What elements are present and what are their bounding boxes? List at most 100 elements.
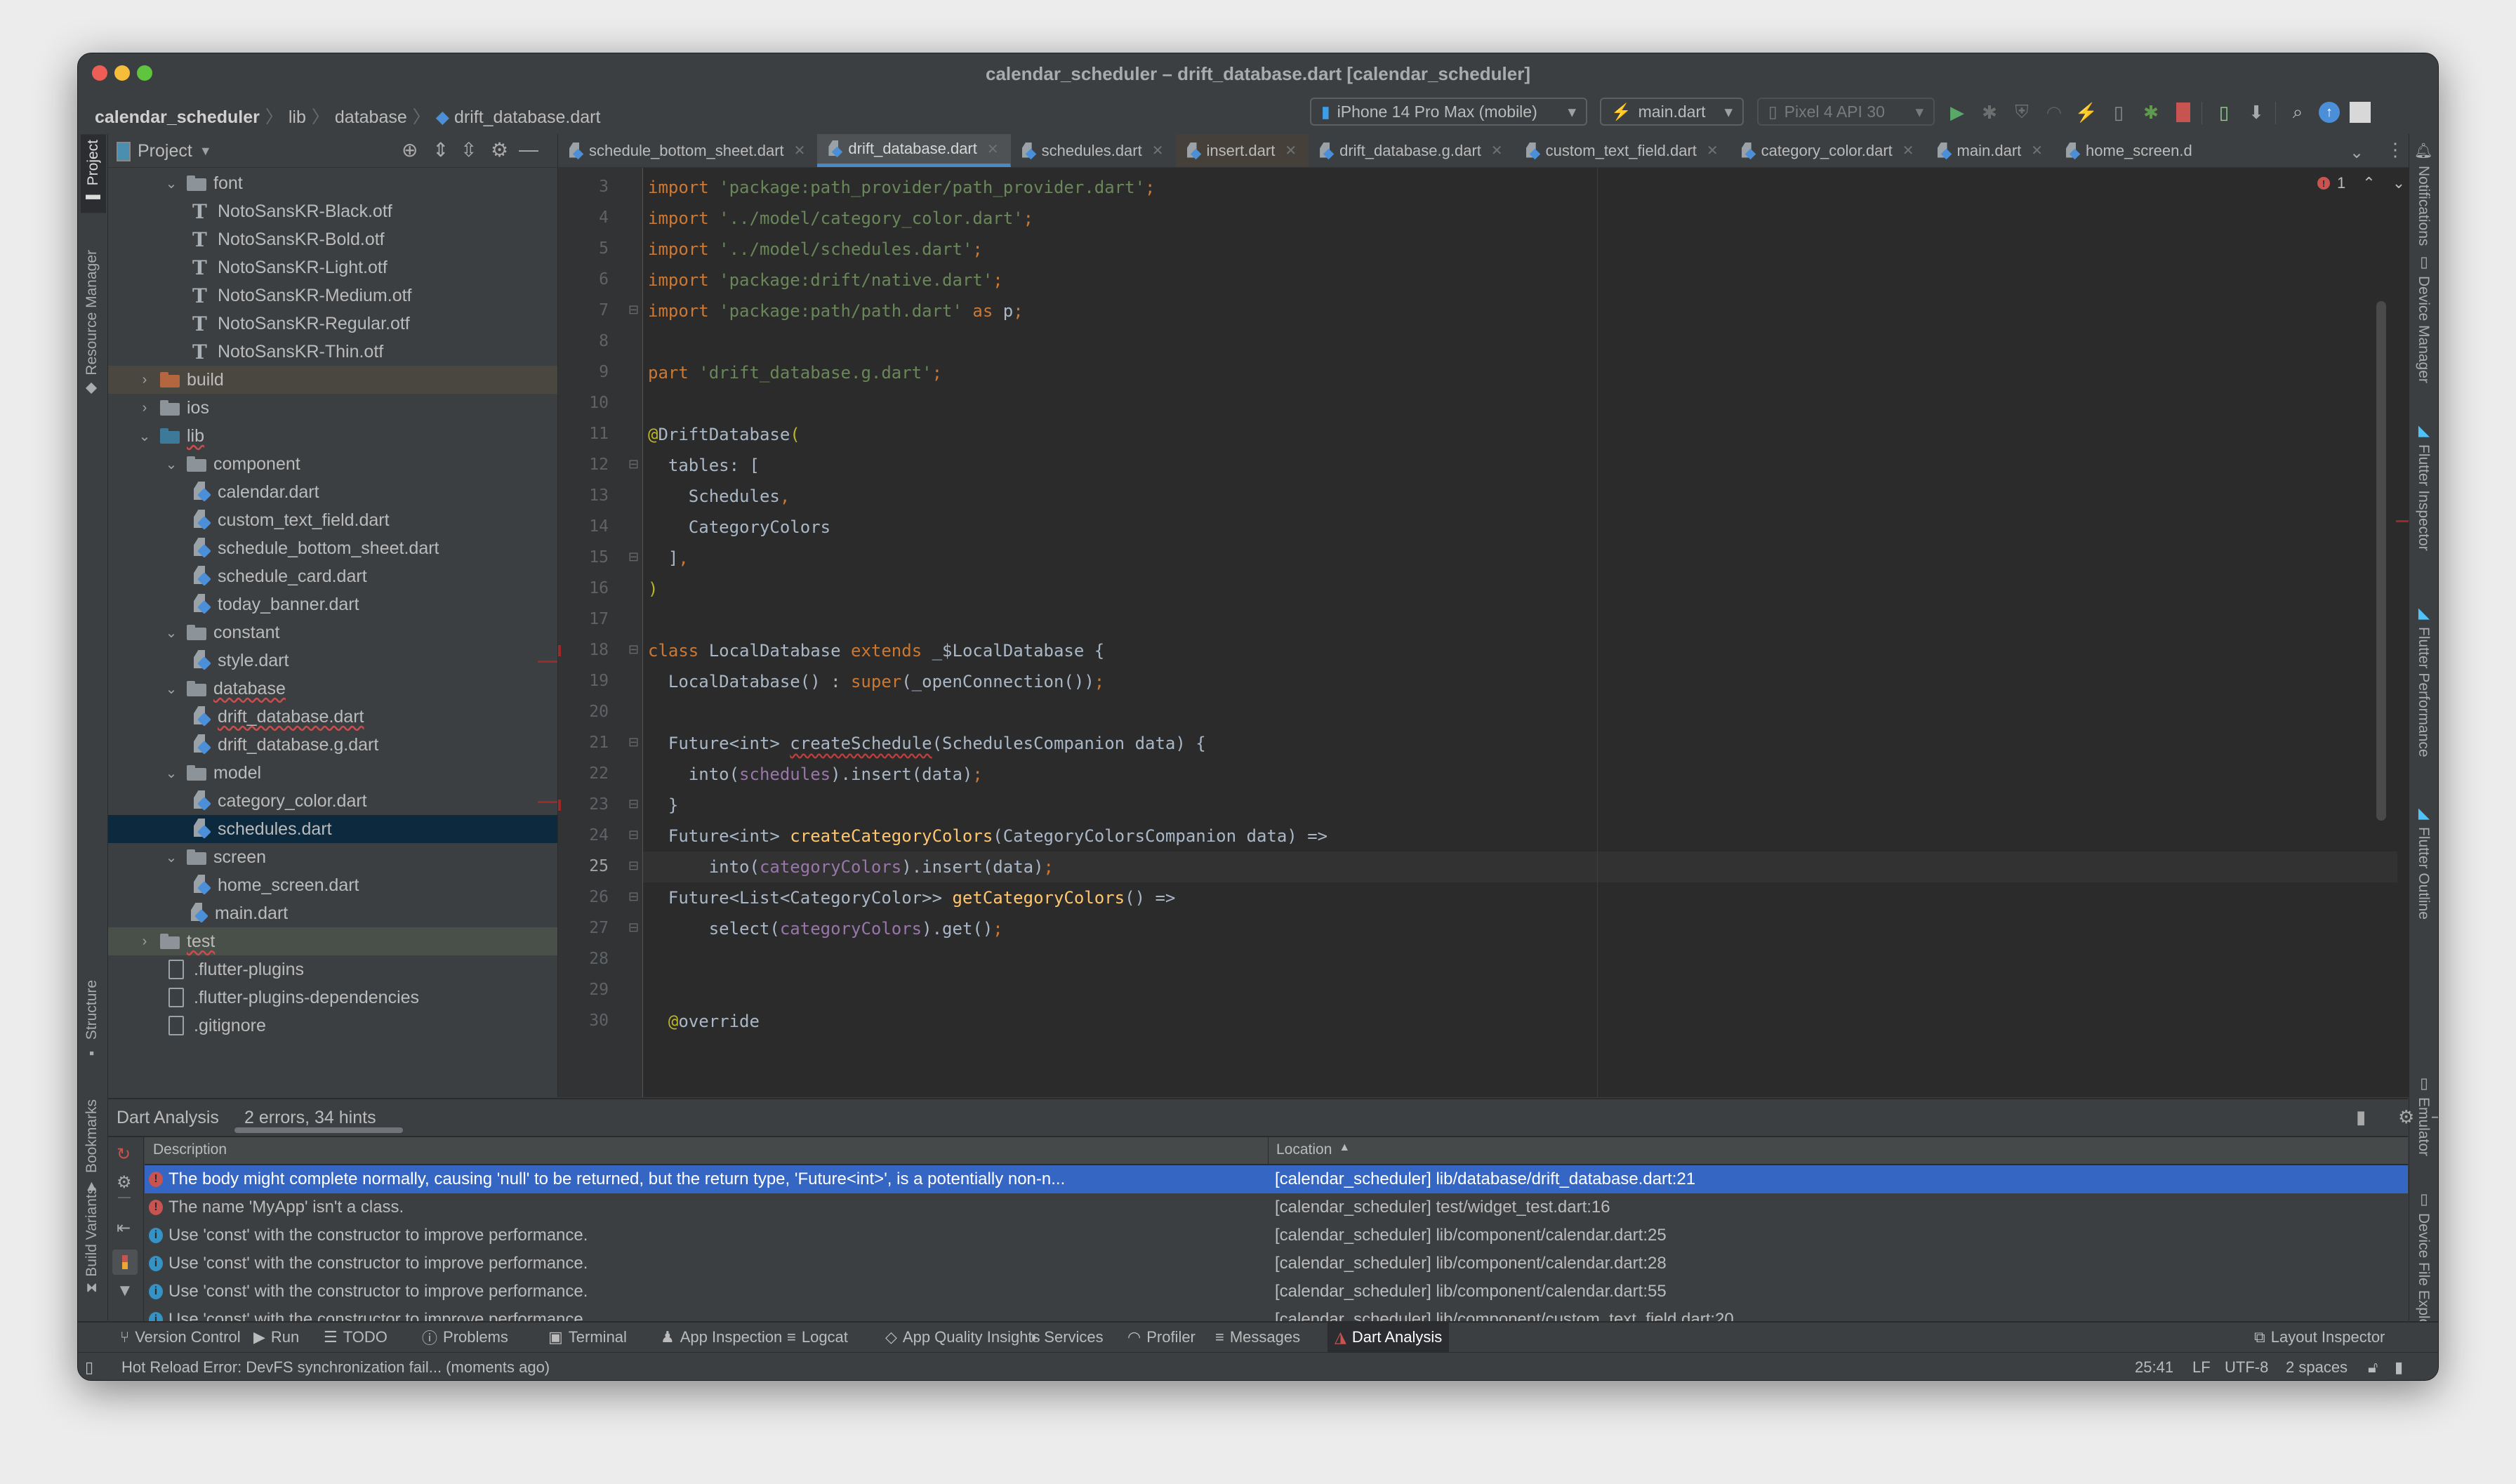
tree-item[interactable]: ⌄ component (108, 450, 557, 478)
code-line[interactable]: LocalDatabase() : super(_openConnection(… (648, 672, 1104, 691)
tree-item[interactable]: .flutter-plugins-dependencies (108, 983, 557, 1012)
tool-emulator[interactable]: ▯ Emulator (2415, 1075, 2432, 1156)
editor-tab[interactable]: home_screen.d (2055, 134, 2204, 167)
tree-item[interactable]: › build (108, 366, 557, 394)
editor-scrollbar[interactable] (2376, 301, 2386, 821)
chevron-right-icon[interactable]: › (138, 372, 152, 388)
editor-tab[interactable]: schedule_bottom_sheet.dart ✕ (558, 134, 817, 167)
tree-item[interactable]: T NotoSansKR-Medium.otf (108, 281, 557, 310)
emulator-selector[interactable]: ▯ Pixel 4 API 30 ▾ (1757, 98, 1935, 126)
close-tab-icon[interactable]: ✕ (1491, 142, 1503, 159)
tree-item[interactable]: ⌄ constant (108, 618, 557, 647)
tool-layout-inspector[interactable]: ⧉ Layout Inspector (2247, 1323, 2392, 1352)
code-editor[interactable]: 3 4 5 6 7 8 9 10 11 12 13 14 15 16 17 18 19 20 21 22 23 24 25 2… (558, 168, 2409, 1097)
tree-item[interactable]: today_banner.dart (108, 590, 557, 618)
breadcrumb-database[interactable]: database (335, 107, 407, 127)
fold-marker-icon[interactable]: ⊟ (628, 859, 639, 873)
notifications-icon[interactable]: ▮ (2395, 1358, 2403, 1377)
file-encoding[interactable]: UTF-8 (2225, 1358, 2268, 1377)
locate-file-icon[interactable]: ⊕ (402, 138, 418, 161)
fold-marker-icon[interactable]: ⊟ (628, 797, 639, 811)
chevron-down-icon[interactable]: ⌄ (164, 764, 178, 782)
tool-todo[interactable]: ☰ TODO (317, 1323, 395, 1352)
tool-terminal[interactable]: ▣ Terminal (541, 1323, 634, 1352)
tree-item[interactable]: style.dart (108, 647, 557, 675)
run-config-selector[interactable]: ⚡ main.dart ▾ (1600, 98, 1744, 126)
tree-item[interactable]: main.dart (108, 899, 557, 927)
code-line[interactable]: class LocalDatabase extends _$LocalDatab… (648, 641, 1104, 661)
tool-resource-manager[interactable]: ◆ Resource Manager (84, 250, 100, 398)
indent-setting[interactable]: 2 spaces (2286, 1358, 2348, 1377)
tree-item[interactable]: T NotoSansKR-Light.otf (108, 253, 557, 281)
tool-profiler[interactable]: ◠ Profiler (1120, 1323, 1203, 1352)
code-line[interactable]: into(categoryColors).insert(data); (648, 857, 1054, 877)
profile-icon[interactable]: ◠ (2042, 100, 2066, 124)
column-divider[interactable] (1268, 1137, 1269, 1164)
next-highlight-icon[interactable]: ⌄ (2392, 174, 2405, 192)
tree-item[interactable]: drift_database.g.dart (108, 731, 557, 759)
flutter-hot-restart-icon[interactable]: ▯ (2107, 100, 2131, 124)
tool-build-variants[interactable]: ⧗ Build Variants (84, 1187, 100, 1293)
code-line[interactable]: ) (648, 579, 658, 599)
analysis-row[interactable]: i Use 'const' with the constructor to imp… (145, 1250, 2408, 1278)
tree-item[interactable]: schedule_card.dart (108, 562, 557, 590)
line-ending[interactable]: LF (2192, 1358, 2211, 1377)
code-line[interactable]: import 'package:path/path.dart' as p; (648, 301, 1024, 321)
tree-item[interactable]: T NotoSansKR-Bold.otf (108, 225, 557, 253)
tool-version-control[interactable]: ⑂ Version Control (113, 1323, 248, 1352)
fold-marker-icon[interactable]: ⊟ (628, 889, 639, 904)
tool-dart-analysis[interactable]: ◮ Dart Analysis (1327, 1323, 1450, 1352)
editor-tab[interactable]: schedules.dart ✕ (1011, 134, 1176, 167)
code-line[interactable]: ], (648, 548, 689, 568)
refresh-icon[interactable]: ↻ (117, 1144, 131, 1165)
tree-item[interactable]: T NotoSansKR-Thin.otf (108, 338, 557, 366)
editor-tab[interactable]: drift_database.g.dart ✕ (1309, 134, 1515, 167)
tree-item[interactable]: drift_database.dart (108, 703, 557, 731)
analysis-row[interactable]: i Use 'const' with the constructor to imp… (145, 1221, 2408, 1250)
code-line[interactable]: tables: [ (648, 456, 760, 475)
tree-item[interactable]: ⌄ lib (108, 422, 557, 450)
tree-item[interactable]: custom_text_field.dart (108, 506, 557, 534)
status-message[interactable]: Hot Reload Error: DevFS synchronization … (121, 1358, 550, 1377)
column-description[interactable]: Description (153, 1141, 227, 1158)
tree-item[interactable]: schedule_bottom_sheet.dart (108, 534, 557, 562)
tree-item[interactable]: .flutter-plugins (108, 955, 557, 983)
feedback-icon[interactable]: ▮ (2356, 1106, 2366, 1128)
close-tab-icon[interactable]: ✕ (2031, 142, 2043, 159)
editor-tab[interactable]: main.dart ✕ (1926, 134, 2055, 167)
editor-tab[interactable]: insert.dart ✕ (1175, 134, 1309, 167)
lock-icon[interactable]: 🔓︎ (2368, 1358, 2378, 1377)
editor-tab[interactable]: custom_text_field.dart ✕ (1515, 134, 1730, 167)
fold-marker-icon[interactable]: ⊟ (628, 642, 639, 657)
analysis-row[interactable]: i Use 'const' with the constructor to imp… (145, 1278, 2408, 1306)
code-line[interactable]: into(schedules).insert(data); (648, 764, 983, 784)
breadcrumb-file[interactable]: drift_database.dart (454, 107, 600, 127)
tree-item[interactable]: T NotoSansKR-Black.otf (108, 197, 557, 225)
code-line[interactable]: select(categoryColors).get(); (648, 919, 1003, 939)
analysis-summary[interactable]: 2 errors, 34 hints (244, 1108, 376, 1128)
code-line[interactable]: @override (648, 1012, 760, 1031)
tree-item[interactable]: › ios (108, 394, 557, 422)
hide-panel-icon[interactable]: — (2432, 1105, 2438, 1127)
analysis-row[interactable]: ! The body might complete normally, causi… (145, 1165, 2408, 1193)
inspection-widget[interactable]: ! 1 ⌃ ⌄ (2317, 174, 2405, 192)
editor-tab[interactable]: drift_database.dart ✕ (817, 134, 1011, 167)
tool-services[interactable]: ◗ Services (1022, 1323, 1111, 1352)
device-manager-icon[interactable]: ▯ (2212, 100, 2236, 124)
attach-debugger-icon[interactable]: ✱ (2139, 100, 2163, 124)
code-line[interactable]: Future<int> createCategoryColors(Categor… (648, 826, 1327, 846)
chevron-down-icon[interactable]: ⌄ (164, 680, 178, 698)
code-line[interactable]: } (648, 795, 678, 815)
code-line[interactable]: CategoryColors (648, 517, 830, 537)
tool-notifications[interactable]: 🔔︎ Notifications (2415, 141, 2432, 246)
chevron-right-icon[interactable]: › (138, 400, 152, 416)
breadcrumb-lib[interactable]: lib (289, 107, 306, 127)
close-tab-icon[interactable]: ✕ (1152, 142, 1164, 159)
collapse-all-icon[interactable]: ⇳ (461, 138, 477, 161)
tool-problems[interactable]: ⓘ Problems (415, 1323, 515, 1352)
code-line[interactable]: Schedules, (648, 486, 790, 506)
code-line[interactable]: import '../model/category_color.dart'; (648, 208, 1033, 228)
chevron-down-icon[interactable]: ⌄ (164, 849, 178, 866)
tree-item[interactable]: ⌄ model (108, 759, 557, 787)
tool-flutter-inspector[interactable]: ◣ Flutter Inspector (2415, 422, 2432, 551)
